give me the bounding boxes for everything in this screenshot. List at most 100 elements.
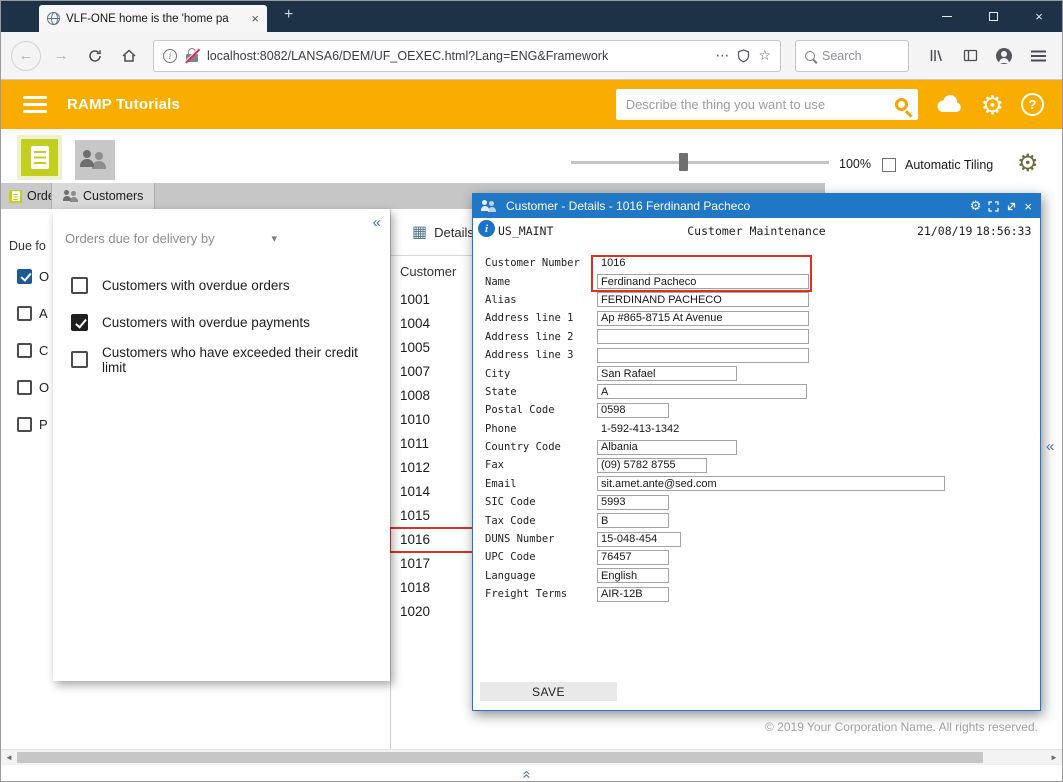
checkbox[interactable] <box>71 277 88 294</box>
url-text[interactable]: localhost:8082/LANSA6/DEM/UF_OEXEC.html?… <box>207 49 707 63</box>
orders-command-button[interactable] <box>17 135 62 180</box>
hidden-filter-item[interactable]: O <box>17 269 49 284</box>
app-menu-button[interactable] <box>19 103 51 106</box>
field-input[interactable] <box>597 458 707 473</box>
scroll-right-icon[interactable]: ► <box>1046 750 1062 765</box>
field-value: 1-592-413-1342 <box>597 423 679 435</box>
window-maximize-button[interactable] <box>970 1 1016 32</box>
checkbox-label: P <box>39 417 48 432</box>
hidden-filter-item[interactable]: A <box>17 306 48 321</box>
filter-option[interactable]: Customers with overdue payments <box>71 304 380 341</box>
field-input[interactable] <box>597 532 681 547</box>
dialog-form: Customer Number1016NameAliasAddress line… <box>473 254 1040 603</box>
new-tab-button[interactable]: + <box>284 6 293 24</box>
people-icon <box>63 190 78 203</box>
scroll-left-icon[interactable]: ◄ <box>1 750 17 765</box>
checkbox-label: A <box>39 306 48 321</box>
tiling-settings-button[interactable]: ⚙ <box>1017 149 1039 178</box>
checkbox[interactable] <box>17 343 32 358</box>
tab-customers[interactable]: Customers <box>52 183 155 209</box>
browser-menu-button[interactable] <box>1024 42 1052 70</box>
search-icon[interactable] <box>895 98 908 111</box>
dialog-titlebar[interactable]: Customer - Details - 1016 Ferdinand Pach… <box>473 194 1040 218</box>
field-input[interactable] <box>597 274 809 289</box>
dialog-settings-button[interactable]: ⚙ <box>970 198 982 214</box>
horizontal-scrollbar[interactable]: ◄ ► <box>1 749 1062 764</box>
tab-label: Orde <box>27 189 52 203</box>
hidden-filter-item[interactable]: O <box>17 380 49 395</box>
save-button[interactable]: SAVE <box>480 682 617 701</box>
insecure-lock-icon[interactable] <box>185 48 199 63</box>
field-input[interactable] <box>597 495 669 510</box>
forward-button[interactable]: → <box>47 42 75 70</box>
info-icon[interactable]: i <box>478 220 495 237</box>
home-button[interactable] <box>115 42 143 70</box>
account-button[interactable] <box>990 42 1018 70</box>
window-close-button[interactable]: × <box>1016 1 1062 32</box>
form-row: Freight Terms <box>473 585 1040 603</box>
checkbox[interactable] <box>17 417 32 432</box>
field-input[interactable] <box>597 384 807 399</box>
field-input[interactable] <box>597 568 669 583</box>
settings-button[interactable]: ⚙ <box>981 92 1004 118</box>
zoom-slider[interactable] <box>571 161 829 164</box>
field-input[interactable] <box>597 329 809 344</box>
field-input[interactable] <box>597 311 809 326</box>
automatic-tiling-checkbox[interactable] <box>882 158 896 172</box>
checkbox[interactable] <box>71 351 88 368</box>
field-label: Email <box>485 478 597 490</box>
info-icon[interactable]: i <box>163 49 177 63</box>
checkbox[interactable] <box>17 380 32 395</box>
field-label: Fax <box>485 459 597 471</box>
filter-option[interactable]: Customers who have exceeded their credit… <box>71 341 380 378</box>
checkbox[interactable] <box>71 314 88 331</box>
field-input[interactable] <box>597 440 737 455</box>
browser-search-input[interactable] <box>822 49 892 63</box>
form-row: Fax <box>473 456 1040 474</box>
field-input[interactable] <box>597 550 669 565</box>
delivery-date-dropdown[interactable]: Orders due for delivery by ▾ <box>65 224 277 252</box>
hamburger-icon <box>23 103 47 106</box>
hidden-filter-item[interactable]: C <box>17 343 48 358</box>
library-button[interactable] <box>922 42 950 70</box>
dialog-expand-button[interactable] <box>988 201 999 212</box>
page-actions-icon[interactable]: ⋯ <box>715 47 729 64</box>
dialog-tile-button[interactable] <box>1006 201 1017 212</box>
checkbox-label: O <box>39 380 49 395</box>
tab-close-icon[interactable]: × <box>251 11 259 26</box>
field-input[interactable] <box>597 587 669 602</box>
cloud-button[interactable] <box>936 95 963 114</box>
customers-command-button[interactable] <box>75 140 115 180</box>
checkbox[interactable] <box>17 269 32 284</box>
field-input[interactable] <box>597 476 945 491</box>
field-label: Address line 3 <box>485 349 597 361</box>
browser-search[interactable] <box>795 40 909 72</box>
collapse-chevron-icon[interactable]: « <box>1046 438 1054 455</box>
scrollbar-thumb[interactable] <box>17 752 983 763</box>
field-input[interactable] <box>597 292 809 307</box>
bookmark-star-icon[interactable]: ☆ <box>758 47 771 64</box>
app-search-input[interactable] <box>626 97 887 112</box>
url-bar[interactable]: i localhost:8082/LANSA6/DEM/UF_OEXEC.htm… <box>153 40 781 72</box>
tab-orders[interactable]: Orde <box>1 183 52 209</box>
back-button[interactable]: ← <box>11 41 41 71</box>
field-input[interactable] <box>597 513 669 528</box>
help-button[interactable]: ? <box>1021 93 1044 116</box>
field-input[interactable] <box>597 348 809 363</box>
form-row: Phone1-592-413-1342 <box>473 420 1040 438</box>
app-search[interactable] <box>616 89 918 120</box>
window-minimize-button[interactable] <box>924 1 970 32</box>
collapse-chevron-icon[interactable]: « <box>373 214 381 231</box>
checkbox[interactable] <box>17 306 32 321</box>
dialog-close-button[interactable]: × <box>1024 199 1032 214</box>
hidden-filter-item[interactable]: P <box>17 417 48 432</box>
field-input[interactable] <box>597 403 669 418</box>
browser-tab[interactable]: VLF-ONE home is the 'home pa × <box>39 5 267 32</box>
filter-option[interactable]: Customers with overdue orders <box>71 267 380 304</box>
reload-button[interactable] <box>81 42 109 70</box>
expand-up-chevron-icon[interactable]: « <box>519 770 536 778</box>
zoom-slider-handle[interactable] <box>679 153 688 171</box>
sidebar-button[interactable] <box>956 42 984 70</box>
shield-icon[interactable] <box>737 49 750 63</box>
field-input[interactable] <box>597 366 737 381</box>
